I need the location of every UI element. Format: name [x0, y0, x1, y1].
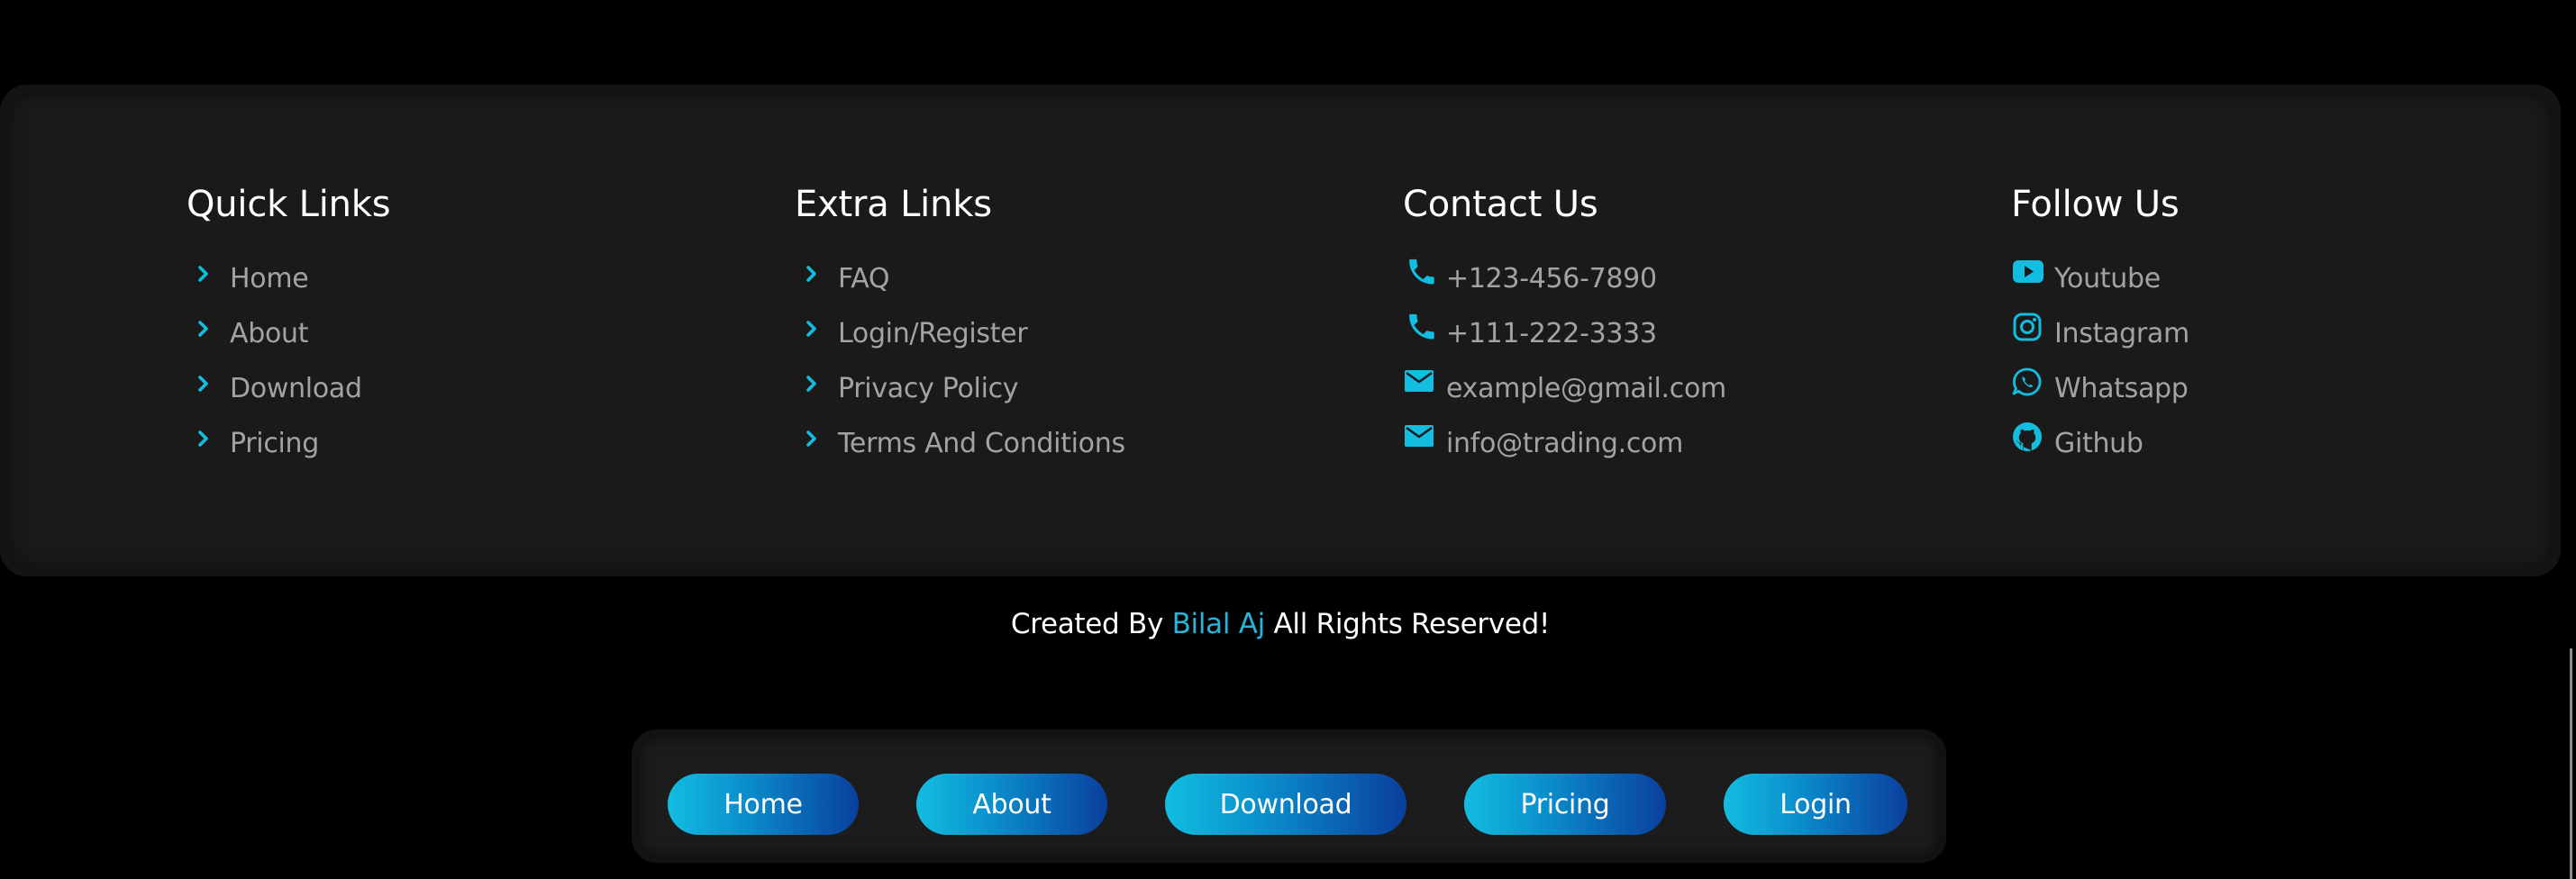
footer-card: Quick Links Home About Download Pricing … — [0, 85, 2561, 576]
extra-link-label: Privacy Policy — [838, 372, 1019, 404]
follow-column: Follow Us Youtube Instagram Whatsapp Git… — [2011, 183, 2189, 471]
extra-link-label: Terms And Conditions — [838, 427, 1125, 459]
phone-icon — [1403, 312, 1439, 348]
mail-icon — [1403, 367, 1439, 403]
contact-label: +111-222-3333 — [1446, 317, 1657, 349]
follow-label: Instagram — [2054, 317, 2189, 349]
follow-whatsapp[interactable]: Whatsapp — [2011, 361, 2189, 416]
credit-prefix: Created By — [1010, 608, 1172, 640]
instagram-icon — [2011, 312, 2047, 348]
contact-email-2[interactable]: info@trading.com — [1403, 416, 1726, 471]
follow-label: Whatsapp — [2054, 372, 2189, 404]
phone-icon — [1403, 257, 1439, 293]
scrollbar-thumb[interactable] — [2570, 648, 2572, 879]
nav-about-button[interactable]: About — [916, 774, 1107, 835]
quick-link-about[interactable]: About — [187, 306, 390, 361]
contact-label: +123-456-7890 — [1446, 262, 1657, 295]
follow-github[interactable]: Github — [2011, 416, 2189, 471]
quick-link-label: Download — [230, 372, 362, 404]
credit-suffix: All Rights Reserved! — [1264, 608, 1551, 640]
quick-links-column: Quick Links Home About Download Pricing — [187, 183, 391, 471]
whatsapp-icon — [2011, 367, 2047, 403]
chevron-right-icon — [187, 367, 223, 403]
extra-link-login-register[interactable]: Login/Register — [795, 306, 1125, 361]
quick-link-download[interactable]: Download — [187, 361, 390, 416]
contact-column: Contact Us +123-456-7890 +111-222-3333 e… — [1403, 183, 1726, 471]
quick-link-label: Pricing — [230, 427, 320, 459]
quick-link-label: About — [230, 317, 309, 349]
extra-link-terms[interactable]: Terms And Conditions — [795, 416, 1125, 471]
quick-links-title: Quick Links — [187, 184, 391, 225]
nav-login-button[interactable]: Login — [1724, 774, 1907, 835]
nav-download-button[interactable]: Download — [1165, 774, 1406, 835]
chevron-right-icon — [795, 312, 831, 348]
follow-instagram[interactable]: Instagram — [2011, 306, 2189, 361]
extra-link-privacy-policy[interactable]: Privacy Policy — [795, 361, 1125, 416]
extra-links-column: Extra Links FAQ Login/Register Privacy P… — [795, 183, 1125, 471]
contact-title: Contact Us — [1403, 184, 1598, 225]
quick-link-label: Home — [230, 262, 309, 295]
chevron-right-icon — [795, 367, 831, 403]
extra-links-list: FAQ Login/Register Privacy Policy Terms … — [795, 251, 1125, 471]
chevron-right-icon — [187, 257, 223, 293]
chevron-right-icon — [795, 257, 831, 293]
follow-label: Github — [2054, 427, 2144, 459]
extra-links-title: Extra Links — [795, 184, 992, 225]
youtube-icon — [2011, 257, 2047, 293]
chevron-right-icon — [795, 421, 831, 458]
extra-link-label: FAQ — [838, 262, 890, 295]
mail-icon — [1403, 421, 1439, 458]
follow-list: Youtube Instagram Whatsapp Github — [2011, 251, 2189, 471]
follow-youtube[interactable]: Youtube — [2011, 251, 2189, 306]
copyright-credit: Created By Bilal Aj All Rights Reserved! — [0, 603, 2561, 645]
nav-pricing-button[interactable]: Pricing — [1464, 774, 1666, 835]
github-icon — [2011, 421, 2047, 458]
contact-list: +123-456-7890 +111-222-3333 example@gmai… — [1403, 251, 1726, 471]
quick-link-home[interactable]: Home — [187, 251, 390, 306]
author-link[interactable]: Bilal Aj — [1172, 608, 1266, 640]
bottom-nav-bar: Home About Download Pricing Login — [632, 729, 1946, 863]
quick-links-list: Home About Download Pricing — [187, 251, 390, 471]
chevron-right-icon — [187, 421, 223, 458]
contact-label: info@trading.com — [1446, 427, 1683, 459]
contact-label: example@gmail.com — [1446, 372, 1726, 404]
page: Quick Links Home About Download Pricing … — [0, 0, 2576, 879]
contact-phone-1[interactable]: +123-456-7890 — [1403, 251, 1726, 306]
chevron-right-icon — [187, 312, 223, 348]
nav-home-button[interactable]: Home — [668, 774, 859, 835]
quick-link-pricing[interactable]: Pricing — [187, 416, 390, 471]
contact-phone-2[interactable]: +111-222-3333 — [1403, 306, 1726, 361]
extra-link-label: Login/Register — [838, 317, 1028, 349]
contact-email-1[interactable]: example@gmail.com — [1403, 361, 1726, 416]
extra-link-faq[interactable]: FAQ — [795, 251, 1125, 306]
follow-label: Youtube — [2054, 262, 2161, 295]
follow-title: Follow Us — [2011, 184, 2180, 225]
